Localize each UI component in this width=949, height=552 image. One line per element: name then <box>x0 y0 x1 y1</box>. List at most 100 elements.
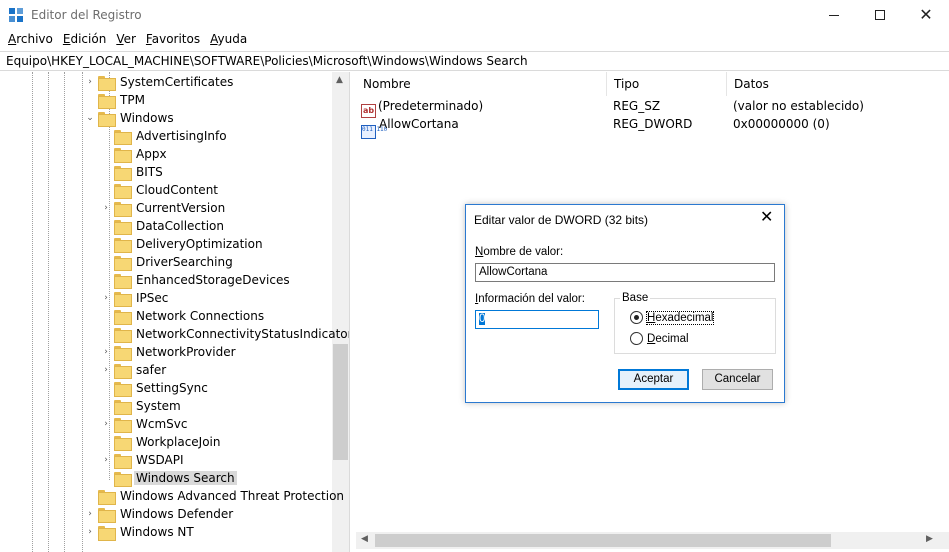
tree-item[interactable]: › Windows Defender <box>82 505 235 523</box>
expand-chevron-icon[interactable]: › <box>98 455 114 465</box>
maximize-button[interactable] <box>857 0 903 30</box>
expand-chevron-icon[interactable]: › <box>98 347 114 357</box>
tree-item[interactable]: Network Connections <box>98 307 266 325</box>
expand-chevron-icon[interactable]: › <box>82 527 98 537</box>
tree-item-label: Windows Advanced Threat Protection <box>120 489 345 503</box>
hexadecimal-radio[interactable]: Hexadecimal <box>630 310 715 325</box>
folder-icon <box>114 309 132 325</box>
tree-vertical-scrollbar[interactable]: ▲ <box>332 72 349 552</box>
expand-chevron-icon[interactable]: › <box>98 203 114 213</box>
cancel-button[interactable]: Cancelar <box>702 369 773 390</box>
dialog-title: Editar valor de DWORD (32 bits) <box>474 213 649 227</box>
tree-item[interactable]: CloudContent <box>98 181 220 199</box>
folder-icon <box>114 183 132 199</box>
tree-item[interactable]: Windows Advanced Threat Protection <box>82 487 346 505</box>
scroll-up-arrow-icon[interactable]: ▲ <box>336 75 343 85</box>
tree-guide-line <box>32 72 33 552</box>
tree-item[interactable]: AdvertisingInfo <box>98 127 229 145</box>
column-header-name[interactable]: Nombre <box>356 72 607 96</box>
expand-chevron-icon[interactable]: › <box>98 365 114 375</box>
tree-item-label: NetworkProvider <box>136 345 236 359</box>
tree-item[interactable]: DeliveryOptimization <box>98 235 265 253</box>
expand-chevron-icon[interactable]: › <box>82 509 98 519</box>
menu-item-favoritos[interactable]: Favoritos <box>141 30 205 50</box>
address-bar[interactable]: Equipo\HKEY_LOCAL_MACHINE\SOFTWARE\Polic… <box>0 51 949 71</box>
dialog-close-button[interactable]: ✕ <box>760 209 773 227</box>
folder-icon <box>114 291 132 307</box>
tree-item[interactable]: › IPSec <box>98 289 170 307</box>
tree-item[interactable]: › Windows NT <box>82 523 196 541</box>
tree-guide-line <box>64 72 65 552</box>
value-row-type: REG_DWORD <box>613 117 693 131</box>
tree-item[interactable]: DriverSearching <box>98 253 235 271</box>
value-data-field[interactable]: 0 <box>475 310 599 329</box>
value-row-name[interactable]: ab (Predeterminado) <box>361 97 483 118</box>
tree-scroll-thumb[interactable] <box>333 344 348 460</box>
radio-unchecked-icon <box>630 332 643 345</box>
expand-chevron-icon[interactable]: › <box>98 293 114 303</box>
tree-item[interactable]: System <box>98 397 183 415</box>
tree-item[interactable]: NetworkConnectivityStatusIndicator <box>98 325 350 343</box>
tree-item-label: WorkplaceJoin <box>136 435 221 449</box>
tree-item[interactable]: Appx <box>98 145 169 163</box>
tree-item[interactable]: › safer <box>98 361 168 379</box>
menu-item-archivo[interactable]: Archivo <box>3 30 58 50</box>
folder-icon <box>114 327 132 343</box>
value-data-label: Información del valor: <box>475 293 585 305</box>
menu-item-ayuda[interactable]: Ayuda <box>205 30 252 50</box>
decimal-radio-label: Decimal <box>647 332 689 345</box>
tree-item[interactable]: › NetworkProvider <box>98 343 238 361</box>
tree-item-label: WcmSvc <box>136 417 188 431</box>
window-title: Editor del Registro <box>31 8 142 22</box>
column-header-type[interactable]: Tipo <box>607 72 727 96</box>
value-name-text: AllowCortana <box>379 117 459 131</box>
tree-item-label: Windows Search <box>134 471 237 485</box>
folder-icon <box>114 399 132 415</box>
registry-editor-icon <box>9 8 24 23</box>
minimize-button[interactable] <box>811 0 857 30</box>
folder-icon <box>114 471 132 487</box>
close-button[interactable]: ✕ <box>903 0 949 30</box>
tree-guide-line <box>82 72 83 552</box>
folder-icon <box>114 129 132 145</box>
collapse-chevron-icon[interactable]: ⌄ <box>82 113 98 123</box>
tree-item[interactable]: › WcmSvc <box>98 415 189 433</box>
scroll-right-arrow-icon[interactable]: ▶ <box>926 534 933 544</box>
values-horizontal-scrollbar[interactable]: ◀ ▶ <box>356 532 949 549</box>
ok-button[interactable]: Aceptar <box>618 369 689 390</box>
value-row-data: (valor no establecido) <box>733 99 864 113</box>
tree-item[interactable]: ⌄ Windows <box>82 109 176 127</box>
folder-icon <box>114 219 132 235</box>
tree-item-label: DeliveryOptimization <box>136 237 263 251</box>
close-icon: ✕ <box>919 5 933 24</box>
tree-item[interactable]: DataCollection <box>98 217 226 235</box>
tree-item[interactable]: › SystemCertificates <box>82 73 235 91</box>
value-name-field[interactable]: AllowCortana <box>475 263 775 282</box>
value-row-name[interactable]: 011 110AllowCortana <box>361 115 459 139</box>
values-scroll-thumb[interactable] <box>375 534 831 547</box>
folder-icon <box>114 255 132 271</box>
tree-item[interactable]: WorkplaceJoin <box>98 433 223 451</box>
hexadecimal-radio-label: Hexadecimal <box>645 310 715 325</box>
menu-item-ver[interactable]: Ver <box>111 30 141 50</box>
tree-item[interactable]: › CurrentVersion <box>98 199 227 217</box>
folder-icon <box>114 273 132 289</box>
tree-item[interactable]: EnhancedStorageDevices <box>98 271 292 289</box>
scroll-left-arrow-icon[interactable]: ◀ <box>361 534 368 544</box>
tree-item[interactable]: BITS <box>98 163 165 181</box>
expand-chevron-icon[interactable]: › <box>98 419 114 429</box>
tree-item-label: NetworkConnectivityStatusIndicator <box>136 327 350 341</box>
tree-item[interactable]: › WSDAPI <box>98 451 186 469</box>
column-header-data[interactable]: Datos <box>727 72 949 96</box>
tree-item[interactable]: TPM <box>82 91 147 109</box>
tree-item-label: SystemCertificates <box>120 75 234 89</box>
folder-icon <box>98 507 116 523</box>
tree-item[interactable]: Windows Search <box>98 469 237 487</box>
folder-icon <box>98 75 116 91</box>
expand-chevron-icon[interactable]: › <box>82 77 98 87</box>
base-groupbox <box>614 298 776 354</box>
value-name-label: Nombre de valor: <box>475 246 564 258</box>
decimal-radio[interactable]: Decimal <box>630 332 689 345</box>
menu-item-edición[interactable]: Edición <box>58 30 111 50</box>
tree-item[interactable]: SettingSync <box>98 379 210 397</box>
